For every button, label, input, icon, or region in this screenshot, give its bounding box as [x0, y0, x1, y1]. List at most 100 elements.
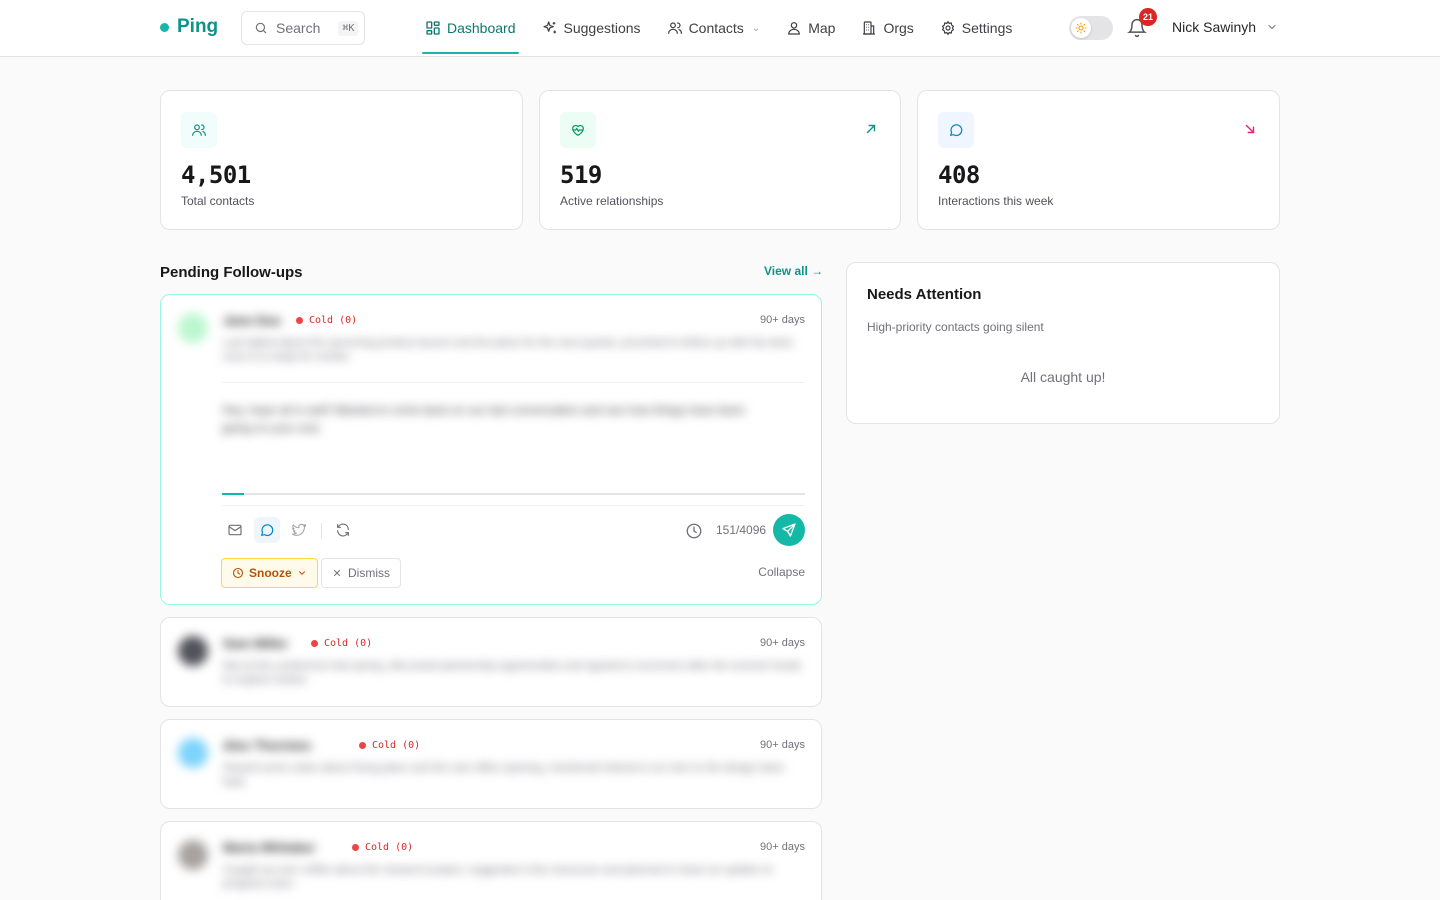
stat-card-active-relationships: 519 Active relationships — [539, 90, 901, 230]
search-shortcut: ⌘K — [338, 20, 359, 36]
last-contact-age: 90+ days — [760, 841, 805, 853]
main-nav: Dashboard Suggestions Contacts ⌄ Map Org… — [422, 0, 1035, 56]
nav-dashboard[interactable]: Dashboard — [422, 0, 519, 56]
chevron-down-icon: ⌄ — [751, 22, 761, 34]
contact-name[interactable]: Jane Doe — [223, 313, 281, 328]
status-dot-icon — [352, 844, 359, 851]
last-contact-age: 90+ days — [760, 314, 805, 326]
contact-name[interactable]: Sam Miller — [223, 636, 288, 651]
nav-map[interactable]: Map — [783, 0, 838, 56]
stat-card-total-contacts: 4,501 Total contacts — [160, 90, 523, 230]
avatar[interactable] — [178, 738, 208, 768]
dismiss-button[interactable]: Dismiss — [321, 558, 401, 588]
top-navigation-bar: Ping Search ⌘K Dashboard Suggestions Con… — [0, 0, 1440, 57]
nav-orgs-label: Orgs — [883, 20, 914, 36]
chevron-down-icon — [1268, 25, 1276, 30]
avatar[interactable] — [178, 840, 208, 870]
nav-dashboard-label: Dashboard — [447, 20, 516, 36]
twitter-icon — [291, 523, 307, 536]
last-interaction-snippet: Shared some notes about hiring plans and… — [223, 762, 785, 788]
stat-icon-box — [938, 112, 974, 148]
close-icon — [334, 570, 340, 576]
trend-up-icon — [864, 122, 878, 136]
notification-count-badge: 21 — [1139, 8, 1157, 26]
dashboard-icon — [426, 21, 440, 35]
search-button[interactable]: Search ⌘K — [241, 11, 365, 45]
nav-contacts-label: Contacts — [688, 20, 744, 36]
nav-suggestions-label: Suggestions — [563, 20, 641, 36]
app-name: Ping — [177, 16, 219, 37]
status-label: Cold (0) — [309, 315, 358, 326]
nav-settings[interactable]: Settings — [937, 0, 1016, 56]
status-label: Cold (0) — [372, 740, 421, 751]
search-icon — [255, 22, 267, 34]
last-contact-age: 90+ days — [760, 739, 805, 751]
clock-icon — [686, 523, 702, 539]
status-badge: Cold (0) — [352, 842, 413, 853]
app-logo[interactable]: Ping — [160, 16, 218, 38]
character-count: 151/4096 — [716, 523, 767, 537]
nav-settings-label: Settings — [961, 20, 1013, 36]
stat-icon-box — [181, 112, 217, 148]
trend-down-icon — [1243, 122, 1257, 136]
stat-icon-box — [560, 112, 596, 148]
clock-icon — [232, 567, 244, 579]
status-badge: Cold (0) — [296, 315, 357, 326]
sparkles-icon — [542, 21, 556, 34]
followup-card[interactable]: Maria Whitaker Cold (0) 90+ days Caught … — [160, 821, 822, 900]
nav-orgs[interactable]: Orgs — [858, 0, 916, 56]
mail-icon — [228, 524, 242, 536]
collapse-button[interactable]: Collapse — [758, 565, 805, 579]
needs-attention-title: Needs Attention — [867, 286, 982, 303]
status-badge: Cold (0) — [359, 740, 420, 751]
dismiss-label: Dismiss — [348, 566, 390, 580]
message-circle-icon — [950, 124, 963, 137]
channel-twitter-button[interactable] — [286, 517, 312, 543]
channel-email-button[interactable] — [222, 517, 248, 543]
draft-message-input[interactable]: Hey, hope all is well! Wanted to circle … — [222, 401, 762, 437]
status-dot-icon — [296, 317, 303, 324]
followup-card-expanded[interactable]: Jane Doe Cold (0) 90+ days Last talked a… — [160, 294, 822, 605]
followup-card[interactable]: Sam Miller Cold (0) 90+ days Met at the … — [160, 617, 822, 707]
nav-contacts[interactable]: Contacts ⌄ — [664, 0, 764, 56]
users-icon — [192, 124, 206, 136]
followup-card[interactable]: Alex Thornton Cold (0) 90+ days Shared s… — [160, 719, 822, 809]
empty-state-message: All caught up! — [1020, 369, 1106, 385]
snooze-button[interactable]: Snooze — [221, 558, 318, 588]
avatar[interactable] — [178, 636, 208, 666]
channel-message-button[interactable] — [254, 517, 280, 543]
user-menu[interactable]: Nick Sawinyh — [1172, 19, 1278, 35]
stat-label: Total contacts — [181, 194, 255, 208]
gear-icon — [941, 20, 954, 36]
draft-progress-bar — [222, 493, 805, 495]
view-all-link[interactable]: View all → — [764, 264, 823, 278]
search-label: Search — [276, 20, 321, 36]
refresh-icon — [337, 523, 349, 537]
last-interaction-snippet: Met at the conference last spring, discu… — [223, 660, 801, 686]
regenerate-button[interactable] — [330, 517, 356, 543]
status-label: Cold (0) — [365, 842, 414, 853]
avatar[interactable] — [178, 313, 208, 343]
stat-value: 519 — [560, 161, 602, 189]
theme-toggle[interactable] — [1069, 16, 1113, 40]
status-label: Cold (0) — [324, 638, 373, 649]
building-icon — [863, 21, 876, 35]
last-interaction-snippet: Last talked about the upcoming product l… — [223, 337, 793, 363]
heart-pulse-icon — [572, 124, 584, 136]
contact-name[interactable]: Alex Thornton — [223, 738, 311, 753]
map-pin-icon — [788, 22, 801, 35]
stat-value: 408 — [938, 161, 980, 189]
stat-value: 4,501 — [181, 161, 251, 189]
user-name: Nick Sawinyh — [1172, 19, 1257, 35]
status-dot-icon — [359, 742, 366, 749]
chevron-down-icon — [298, 571, 305, 575]
stat-label: Interactions this week — [938, 194, 1054, 208]
nav-suggestions[interactable]: Suggestions — [539, 0, 644, 56]
send-button[interactable] — [773, 514, 805, 546]
pending-followups-title: Pending Follow-ups — [160, 264, 303, 281]
divider — [222, 382, 805, 383]
schedule-button[interactable] — [685, 522, 703, 540]
nav-map-label: Map — [808, 20, 836, 36]
contact-name[interactable]: Maria Whitaker — [223, 840, 315, 855]
logo-dot-icon — [160, 22, 169, 32]
